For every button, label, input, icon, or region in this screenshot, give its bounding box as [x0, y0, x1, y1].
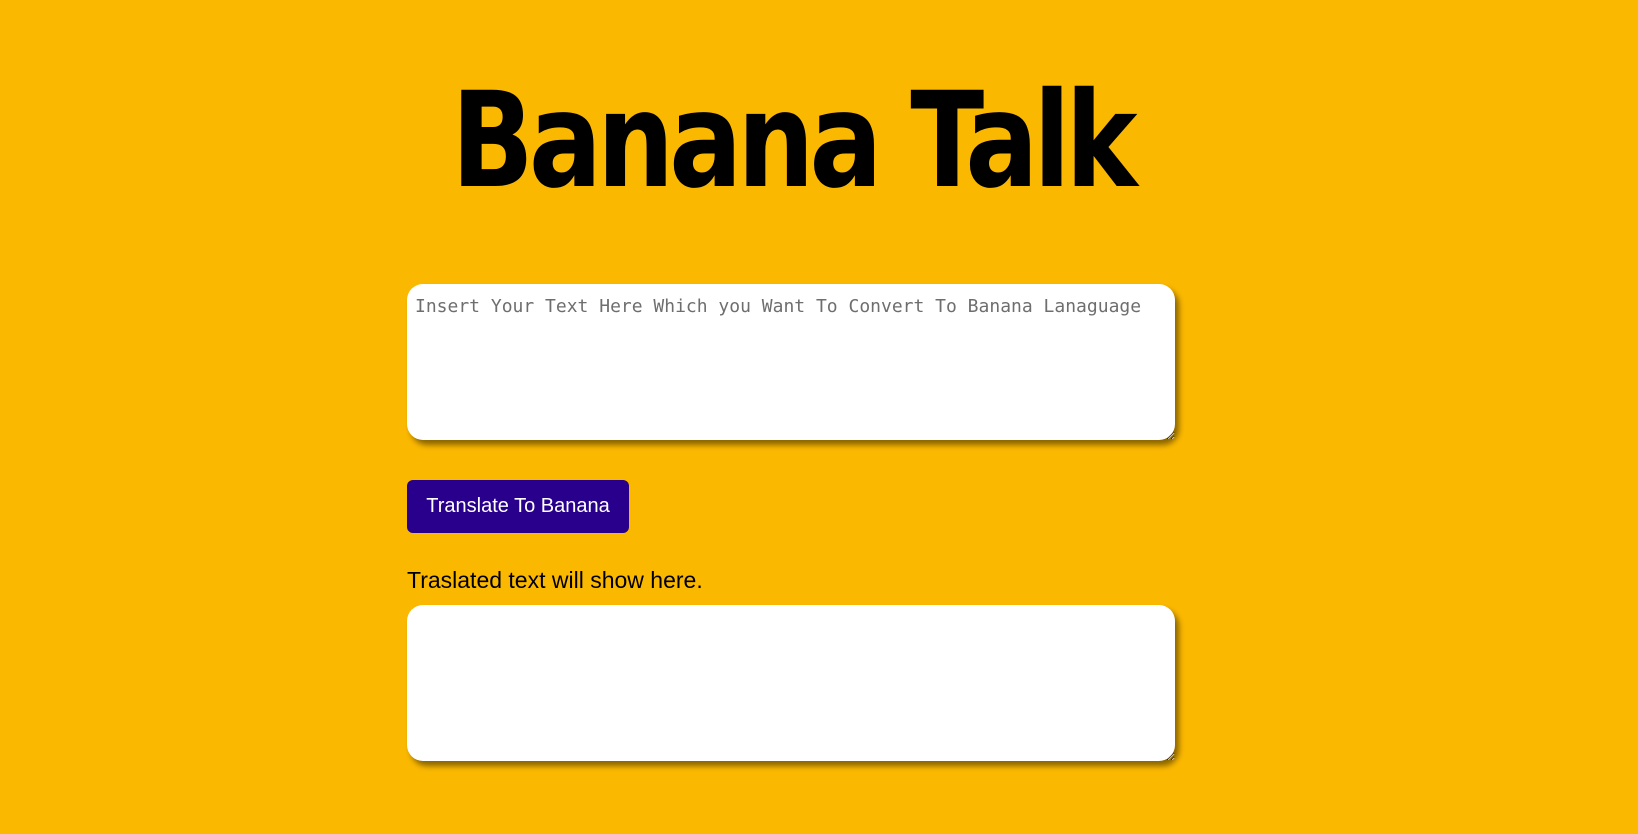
page-title: Banana Talk	[451, 64, 1137, 218]
output-textarea[interactable]	[407, 605, 1175, 761]
output-label: Traslated text will show here.	[407, 567, 703, 593]
translate-button[interactable]: Translate To Banana	[407, 480, 629, 533]
page: Banana Talk Translate To Banana Traslate…	[0, 0, 1638, 834]
input-textarea[interactable]	[407, 284, 1175, 440]
